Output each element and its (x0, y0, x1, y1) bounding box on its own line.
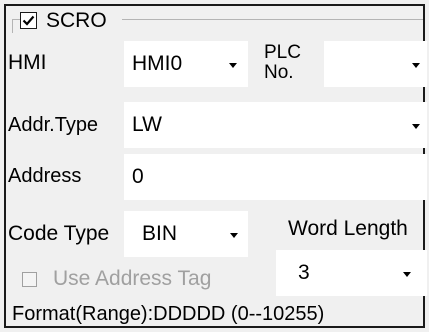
plc-label: PLC No. (264, 43, 301, 83)
chevron-down-icon (412, 124, 420, 129)
groupbox-border-top-left (12, 19, 20, 20)
chevron-down-icon (403, 272, 411, 277)
dialog-frame: SCRO HMI HMI0 PLC No. Addr.Type LW Addre… (4, 4, 427, 328)
address-input[interactable]: 0 (124, 154, 427, 200)
word-length-value: 3 (298, 261, 310, 284)
plc-label-line1: PLC (264, 42, 301, 63)
use-address-tag-label: Use Address Tag (53, 267, 212, 290)
addr-type-select[interactable]: LW (124, 102, 427, 148)
scro-checkbox[interactable] (20, 12, 37, 29)
chevron-down-icon (229, 63, 237, 68)
format-range-text: Format(Range):DDDDD (0--10255) (12, 303, 325, 325)
plc-number-select[interactable] (324, 41, 427, 87)
word-length-select[interactable]: 3 (276, 250, 427, 296)
addr-type-label: Addr.Type (8, 114, 99, 136)
scro-label: SCRO (46, 9, 107, 32)
address-label: Address (8, 165, 82, 187)
hmi-label: HMI (8, 51, 47, 74)
code-type-value: BIN (142, 222, 178, 245)
use-address-tag-checkbox[interactable] (22, 272, 37, 287)
address-value: 0 (132, 165, 144, 188)
groupbox-border-left (12, 19, 13, 33)
chevron-down-icon (230, 233, 238, 238)
code-type-label: Code Type (8, 222, 110, 245)
hmi-select[interactable]: HMI0 (124, 41, 248, 87)
hmi-select-value: HMI0 (132, 52, 183, 75)
chevron-down-icon (412, 63, 420, 68)
code-type-select[interactable]: BIN (124, 211, 248, 257)
groupbox-border-top (122, 19, 423, 20)
checkmark-icon (22, 15, 35, 26)
addr-type-value: LW (132, 113, 162, 136)
word-length-label: Word Length (288, 217, 408, 240)
plc-label-line2: No. (264, 62, 294, 83)
